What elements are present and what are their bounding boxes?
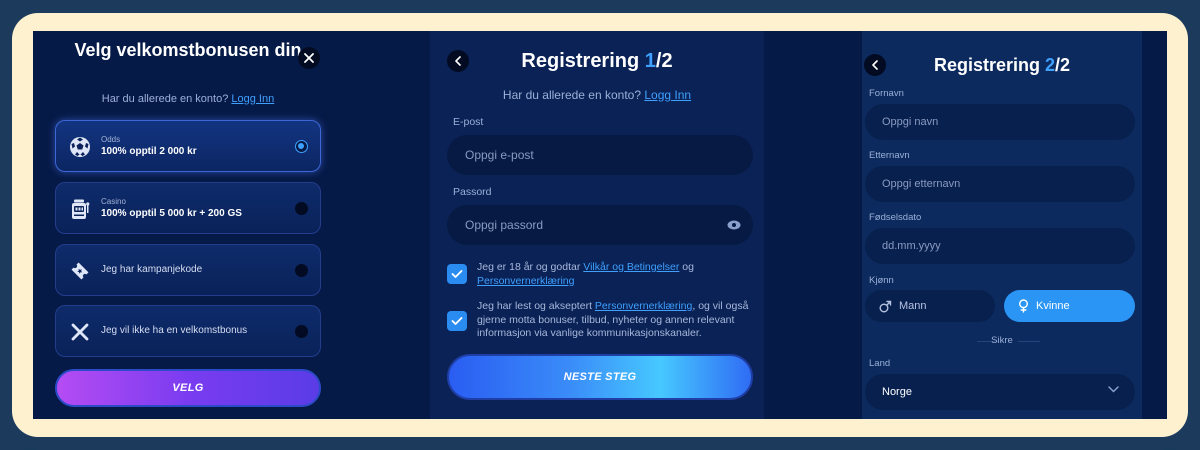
dob-placeholder: dd.mm.yyyy	[882, 240, 941, 252]
screen: Velg velkomstbonusen din Har du allerede…	[33, 31, 1167, 419]
first-name-field[interactable]: Oppgi navn	[865, 104, 1135, 140]
divider	[1018, 341, 1040, 342]
page-title: Registrering 2/2	[862, 55, 1142, 76]
login-prompt-text: Har du allerede en konto?	[101, 93, 229, 105]
privacy-link[interactable]: Personvernerklæring	[477, 275, 574, 287]
bonus-selection-panel: Velg velkomstbonusen din Har du allerede…	[33, 31, 343, 419]
password-label: Passord	[453, 186, 492, 198]
x-icon	[71, 323, 89, 341]
login-link[interactable]: Logg Inn	[644, 88, 691, 102]
terms-checkbox[interactable]	[447, 264, 467, 284]
option-category: Odds	[101, 135, 121, 144]
dob-field[interactable]: dd.mm.yyyy	[865, 228, 1135, 264]
next-step-button[interactable]: NESTE STEG	[447, 354, 753, 400]
choose-button[interactable]: VELG	[55, 369, 321, 407]
title-step: 1	[644, 50, 656, 72]
radio-unselected[interactable]	[295, 264, 308, 277]
title-total: /2	[655, 50, 673, 72]
first-name-placeholder: Oppgi navn	[882, 116, 939, 128]
bonus-option-none[interactable]: Jeg vil ikke ha en velkomstbonus	[55, 305, 321, 357]
chevron-down-icon	[1108, 386, 1119, 393]
login-prompt-text: Har du allerede en konto?	[502, 88, 642, 102]
last-name-label: Etternavn	[869, 150, 910, 161]
option-bonus-text: 100% opptil 5 000 kr + 200 GS	[101, 208, 242, 219]
marketing-prefix: Jeg har lest og akseptert	[477, 300, 595, 312]
bonus-option-odds[interactable]: Odds 100% opptil 2 000 kr	[55, 120, 321, 172]
slot-machine-icon	[72, 199, 90, 219]
option-category: Casino	[101, 197, 126, 206]
page-title: Registrering 1/2	[430, 50, 764, 73]
title-text: Registrering	[933, 55, 1045, 75]
password-field[interactable]: Oppgi passord	[447, 205, 753, 245]
country-value: Norge	[882, 386, 912, 398]
last-name-field[interactable]: Oppgi etternavn	[865, 166, 1135, 202]
login-link[interactable]: Logg Inn	[231, 93, 274, 105]
secure-label: Sikre	[991, 335, 1013, 346]
email-label: E-post	[453, 116, 484, 128]
check-icon	[451, 317, 463, 325]
close-button[interactable]	[298, 47, 320, 69]
option-bonus-text: 100% opptil 2 000 kr	[101, 146, 197, 157]
dob-label: Fødselsdato	[869, 212, 922, 223]
bonus-option-promo-code[interactable]: Jeg har kampanjekode	[55, 244, 321, 296]
gender-male-button[interactable]: Mann	[865, 290, 995, 322]
terms-link[interactable]: Vilkår og Betingelser	[583, 261, 679, 273]
radio-selected[interactable]	[295, 140, 308, 153]
title-total: /2	[1055, 55, 1071, 75]
privacy-link[interactable]: Personvernerklæring	[595, 300, 692, 312]
terms-prefix: Jeg er 18 år og godtar	[477, 261, 584, 273]
gender-male-label: Mann	[899, 300, 927, 312]
email-placeholder: Oppgi e-post	[465, 148, 534, 162]
title-step: 2	[1045, 55, 1056, 75]
terms-mid: og	[679, 261, 694, 273]
male-icon	[879, 300, 892, 312]
page-title: Velg velkomstbonusen din	[74, 40, 302, 60]
option-label: Jeg har kampanjekode	[101, 264, 203, 275]
registration-step2-panel: Registrering 2/2 Fornavn Oppgi navn Ette…	[862, 31, 1142, 419]
gender-label: Kjønn	[869, 275, 894, 286]
gender-female-button[interactable]: Kvinne	[1004, 290, 1135, 322]
country-label: Land	[869, 358, 891, 369]
check-icon	[451, 270, 463, 278]
terms-text: Jeg er 18 år og godtar Vilkår og Betinge…	[477, 261, 747, 288]
radio-unselected[interactable]	[295, 202, 308, 215]
ticket-icon	[71, 262, 89, 280]
first-name-label: Fornavn	[869, 88, 904, 99]
country-select[interactable]: Norge	[865, 374, 1135, 410]
marketing-checkbox[interactable]	[447, 311, 467, 331]
bonus-option-casino[interactable]: Casino 100% opptil 5 000 kr + 200 GS	[55, 182, 321, 234]
close-icon	[304, 53, 314, 63]
eye-icon[interactable]	[727, 219, 741, 231]
title-text: Registrering	[521, 50, 645, 72]
last-name-placeholder: Oppgi etternavn	[882, 178, 961, 190]
soccer-ball-icon	[70, 137, 90, 157]
female-icon	[1019, 299, 1028, 313]
login-prompt: Har du allerede en konto? Logg Inn	[33, 93, 343, 105]
password-placeholder: Oppgi passord	[465, 218, 544, 232]
login-prompt: Har du allerede en konto? Logg Inn	[430, 88, 764, 102]
option-label: Jeg vil ikke ha en velkomstbonus	[101, 325, 248, 336]
marketing-text: Jeg har lest og akseptert Personvernerkl…	[477, 300, 759, 341]
email-field[interactable]: Oppgi e-post	[447, 135, 753, 175]
gender-female-label: Kvinne	[1036, 300, 1070, 312]
registration-step1-panel: Registrering 1/2 Har du allerede en kont…	[430, 31, 764, 419]
radio-unselected[interactable]	[295, 325, 308, 338]
